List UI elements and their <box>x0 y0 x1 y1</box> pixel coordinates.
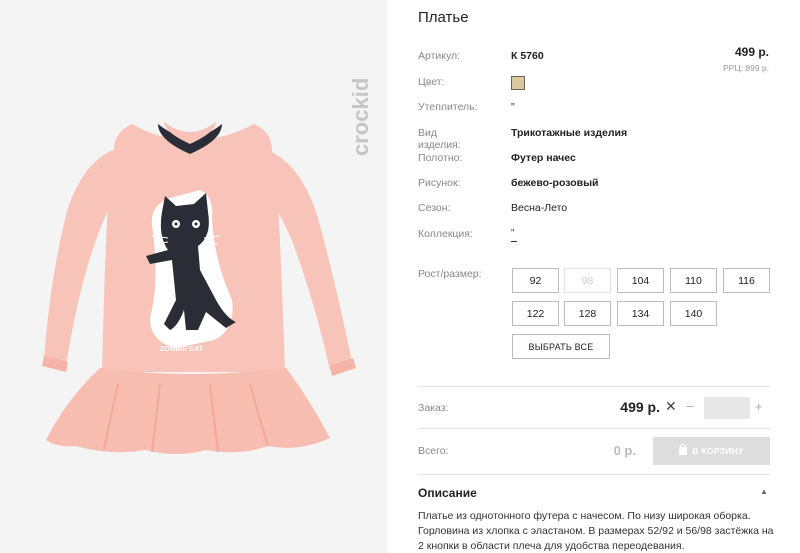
product-photo[interactable]: ZOMBIE CAT crockid <box>0 0 387 553</box>
divider <box>418 474 770 475</box>
increase-quantity-button[interactable]: + <box>755 399 763 414</box>
size-button-110[interactable]: 110 <box>670 268 717 293</box>
svg-text:ZOMBIE CAT: ZOMBIE CAT <box>160 346 204 353</box>
size-button-134[interactable]: 134 <box>617 301 664 326</box>
size-button-122[interactable]: 122 <box>512 301 559 326</box>
size-button-98[interactable]: 98 <box>564 268 611 293</box>
shopping-bag-icon <box>679 444 688 455</box>
color-swatch[interactable] <box>511 76 525 90</box>
description-text: Платье из однотонного футера с начесом. … <box>418 510 774 552</box>
decrease-quantity-button[interactable]: − <box>686 398 694 414</box>
add-to-cart-button[interactable]: В КОРЗИНУ <box>653 437 770 465</box>
quantity-input[interactable] <box>704 397 750 419</box>
chevron-up-icon[interactable]: ▲ <box>760 487 768 496</box>
product-price: 499 р. <box>734 45 769 59</box>
attr-value: бежево-розовый <box>511 177 599 189</box>
attr-value: " <box>511 101 515 113</box>
size-button-116[interactable]: 116 <box>723 268 770 293</box>
total-label: Всего: <box>418 445 449 457</box>
order-label: Заказ: <box>418 402 449 414</box>
brand-logo: crockid <box>348 78 373 156</box>
attr-label: Цвет: <box>418 76 445 88</box>
product-title: Платье <box>418 9 469 26</box>
collection-value[interactable]: " <box>511 228 517 242</box>
close-icon[interactable]: ✕ <box>665 398 677 415</box>
attr-label: Артикул: <box>418 50 461 62</box>
attr-label: Сезон: <box>418 202 451 214</box>
total-value: 0 р. <box>613 443 636 458</box>
divider <box>418 428 770 429</box>
attr-value: Весна-Лето <box>511 202 568 214</box>
attr-label: Рисунок: <box>418 177 461 189</box>
order-price: 499 р. <box>620 399 660 415</box>
size-button-92[interactable]: 92 <box>512 268 559 293</box>
select-all-button[interactable]: ВЫБРАТЬ ВСЕ <box>512 334 610 359</box>
attr-label: Коллекция: <box>418 228 473 240</box>
attr-label: Вид изделия: <box>418 127 461 151</box>
size-button-104[interactable]: 104 <box>617 268 664 293</box>
dress-image: ZOMBIE CAT <box>42 122 356 454</box>
description-title[interactable]: Описание <box>418 486 477 500</box>
size-button-140[interactable]: 140 <box>670 301 717 326</box>
size-button-128[interactable]: 128 <box>564 301 611 326</box>
add-to-cart-label: В КОРЗИНУ <box>692 446 744 456</box>
svg-text:crockid: crockid <box>348 78 373 156</box>
attr-value: К 5760 <box>511 50 544 62</box>
attr-label: Утеплитель: <box>418 101 478 113</box>
rrp-price: РРЦ: 899 р. <box>723 63 769 73</box>
attr-label: Полотно: <box>418 152 463 164</box>
divider <box>418 386 770 387</box>
attr-value: Трикотажные изделия <box>511 127 628 139</box>
size-label: Рост/размер: <box>418 268 482 280</box>
attr-value: Футер начес <box>511 152 576 164</box>
